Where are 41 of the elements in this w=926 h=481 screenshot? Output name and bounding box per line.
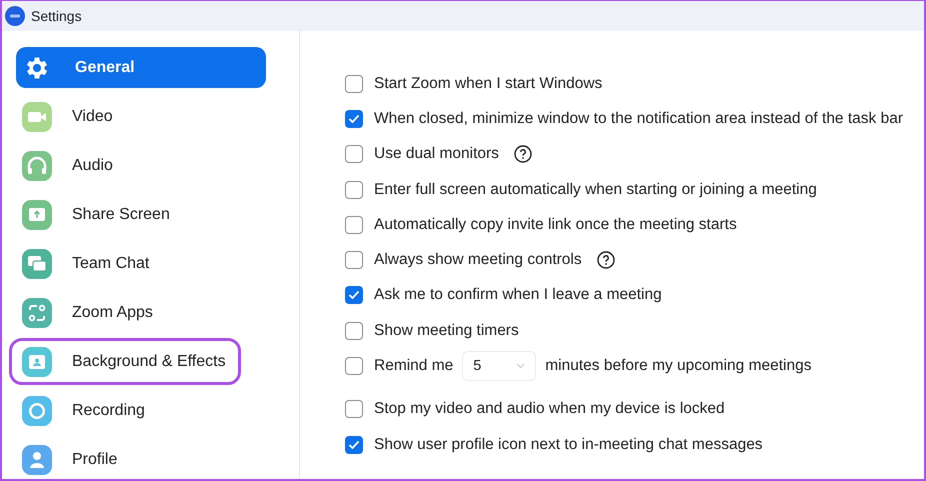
sidebar-item[interactable]: Background & Effects (12, 341, 238, 382)
app-logo-icon (5, 6, 25, 26)
checkbox[interactable] (345, 286, 363, 304)
option-label: minutes before my upcoming meetings (545, 357, 812, 376)
checkbox[interactable] (345, 400, 363, 418)
option-label: Enter full screen automatically when starting or joining a meeting (374, 180, 817, 199)
checkmark-icon (348, 290, 360, 300)
checkmark-icon (348, 114, 360, 124)
option-label: Start Zoom when I start Windows (374, 74, 602, 93)
option-label: Always show meeting controls (374, 251, 582, 270)
minutes-dropdown[interactable]: 5 (462, 351, 536, 382)
sidebar-item[interactable]: Video (16, 96, 266, 137)
sidebar-item[interactable]: Team Chat (16, 243, 266, 284)
checkbox[interactable] (345, 110, 363, 128)
sidebar-item[interactable]: Zoom Apps (16, 292, 266, 333)
checkbox[interactable] (345, 251, 363, 270)
chevron-down-icon (516, 363, 526, 370)
option-label: Show user profile icon next to in-meeting chat messages (374, 436, 763, 454)
checkbox[interactable] (345, 74, 363, 93)
option-label: Use dual monitors (374, 145, 499, 164)
sidebar-item[interactable]: Profile (16, 439, 266, 479)
sidebar-item[interactable]: Share Screen (16, 194, 266, 235)
checkbox[interactable] (345, 180, 363, 199)
sidebar-item[interactable]: General (16, 47, 266, 88)
option-label: Ask me to confirm when I leave a meeting (374, 286, 662, 304)
sidebar-item[interactable]: Recording (16, 390, 266, 431)
option-label: Remind me (374, 357, 454, 376)
option-label: Stop my video and audio when my device is locked (374, 400, 725, 418)
checkbox[interactable] (345, 216, 363, 234)
window-title: Settings (31, 8, 82, 24)
checkbox[interactable] (345, 145, 363, 164)
option-label: Show meeting timers (374, 322, 519, 340)
checkbox[interactable] (345, 436, 363, 454)
checkbox[interactable] (345, 357, 363, 376)
checkmark-icon (348, 440, 360, 450)
checkbox[interactable] (345, 322, 363, 340)
option-label: When closed, minimize window to the notification area instead of the task bar (374, 110, 903, 128)
sidebar-item[interactable]: Audio (16, 145, 266, 186)
option-label: Automatically copy invite link once the meeting starts (374, 216, 737, 234)
help-icon[interactable] (596, 251, 615, 270)
help-icon[interactable] (514, 145, 532, 164)
